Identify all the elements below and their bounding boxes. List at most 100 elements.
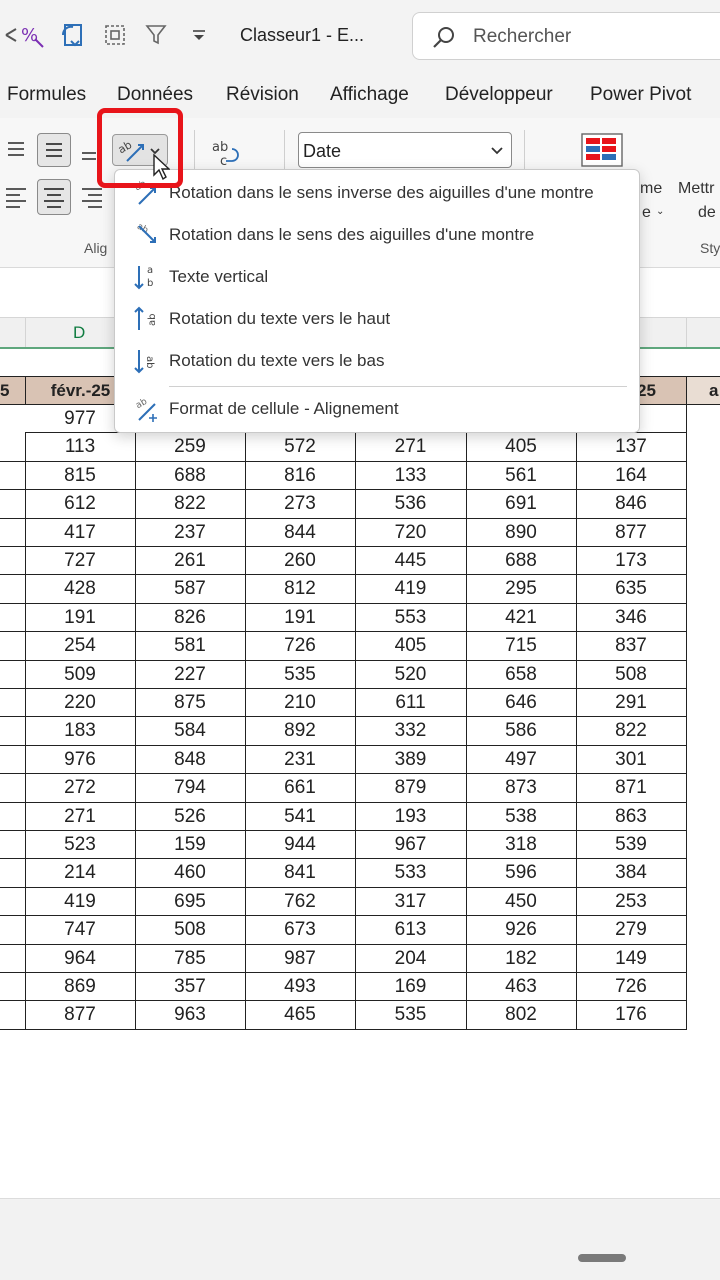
table-cell[interactable]: 533 [355, 859, 467, 888]
table-cell[interactable]: 695 [135, 887, 246, 917]
table-cell[interactable]: 220 [25, 689, 136, 718]
table-cell[interactable] [0, 1001, 26, 1030]
table-cell[interactable]: 581 [135, 632, 246, 661]
table-cell[interactable]: 890 [466, 518, 577, 547]
table-cell[interactable]: 295 [466, 575, 577, 604]
refresh-data-icon[interactable] [58, 20, 88, 50]
menu-item-rotate-clockwise[interactable]: ab Rotation dans le sens des aiguilles d… [115, 214, 641, 256]
table-cell[interactable]: 877 [25, 1001, 136, 1030]
table-cell[interactable] [0, 461, 26, 491]
table-cell[interactable]: 963 [135, 1001, 246, 1030]
table-cell[interactable]: 227 [135, 660, 246, 689]
table-cell[interactable]: 688 [466, 547, 577, 576]
table-cell[interactable]: 877 [576, 518, 687, 547]
table-cell[interactable]: 271 [355, 433, 467, 462]
table-cell[interactable]: 149 [576, 944, 687, 973]
table-cell[interactable]: 691 [466, 490, 577, 519]
cell-styles-label-part2[interactable]: de [698, 204, 716, 222]
table-cell[interactable]: 137 [576, 433, 687, 462]
table-cell[interactable]: 794 [135, 774, 246, 803]
table-cell[interactable]: 816 [245, 461, 356, 491]
table-cell[interactable] [0, 774, 26, 803]
table-cell[interactable]: 389 [355, 745, 467, 775]
tab-affichage[interactable]: Affichage [330, 84, 409, 106]
table-cell[interactable]: 279 [576, 916, 687, 945]
table-cell[interactable]: 892 [245, 717, 356, 746]
table-cell[interactable]: 463 [466, 973, 577, 1002]
table-cell[interactable]: 875 [135, 689, 246, 718]
table-cell[interactable]: 526 [135, 802, 246, 831]
table-cell[interactable]: 508 [135, 916, 246, 945]
table-cell[interactable] [0, 547, 26, 576]
table-cell[interactable]: 596 [466, 859, 577, 888]
table-cell[interactable]: 191 [25, 603, 136, 633]
table-cell[interactable] [0, 689, 26, 718]
table-cell[interactable]: 584 [135, 717, 246, 746]
table-cell[interactable]: 317 [355, 887, 467, 917]
column-header-d[interactable]: D [73, 323, 85, 343]
align-middle-icon[interactable] [37, 133, 71, 167]
table-cell[interactable]: 844 [245, 518, 356, 547]
table-cell[interactable]: 553 [355, 603, 467, 633]
table-cell[interactable]: 586 [466, 717, 577, 746]
table-cell[interactable]: 332 [355, 717, 467, 746]
table-cell[interactable]: 445 [355, 547, 467, 576]
table-cell[interactable]: 260 [245, 547, 356, 576]
chevron-down-small-icon[interactable]: ⌄ [656, 206, 664, 217]
table-cell[interactable]: 926 [466, 916, 577, 945]
select-objects-icon[interactable] [100, 20, 130, 50]
table-cell[interactable]: 271 [25, 802, 136, 831]
table-cell[interactable]: 646 [466, 689, 577, 718]
table-cell[interactable]: 976 [25, 745, 136, 775]
format-as-table-label-part2[interactable]: e [642, 204, 651, 222]
table-cell[interactable]: 822 [576, 717, 687, 746]
table-cell[interactable]: 520 [355, 660, 467, 689]
table-cell[interactable]: 987 [245, 944, 356, 973]
table-cell[interactable]: 210 [245, 689, 356, 718]
table-cell[interactable]: 873 [466, 774, 577, 803]
tab-developpeur[interactable]: Développeur [445, 84, 553, 106]
table-cell[interactable]: 508 [576, 660, 687, 689]
header-cell[interactable]: a [686, 376, 720, 405]
table-cell[interactable]: 465 [245, 1001, 356, 1030]
align-left-icon[interactable] [2, 182, 30, 212]
table-cell[interactable] [0, 831, 26, 860]
table-cell[interactable]: 346 [576, 603, 687, 633]
table-cell[interactable]: 815 [25, 461, 136, 491]
table-cell[interactable]: 497 [466, 745, 577, 775]
table-cell[interactable]: 419 [25, 887, 136, 917]
table-cell[interactable]: 428 [25, 575, 136, 604]
filter-icon[interactable] [142, 20, 172, 50]
table-cell[interactable]: 405 [355, 632, 467, 661]
menu-item-rotate-up[interactable]: ab Rotation du texte vers le haut [115, 298, 641, 340]
table-cell[interactable] [0, 518, 26, 547]
table-cell[interactable]: 204 [355, 944, 467, 973]
table-cell[interactable]: 661 [245, 774, 356, 803]
table-cell[interactable]: 612 [25, 490, 136, 519]
table-cell[interactable]: 169 [355, 973, 467, 1002]
tab-formules[interactable]: Formules [7, 84, 86, 106]
table-cell[interactable] [0, 490, 26, 519]
table-cell[interactable]: 357 [135, 973, 246, 1002]
table-cell[interactable]: 421 [466, 603, 577, 633]
table-cell[interactable]: 273 [245, 490, 356, 519]
table-cell[interactable]: 848 [135, 745, 246, 775]
table-cell[interactable]: 237 [135, 518, 246, 547]
table-cell[interactable]: 536 [355, 490, 467, 519]
table-cell[interactable]: 182 [466, 944, 577, 973]
table-cell[interactable]: 726 [245, 632, 356, 661]
table-cell[interactable]: 572 [245, 433, 356, 462]
conditional-formatting-icon[interactable] [578, 130, 626, 170]
table-cell[interactable] [0, 802, 26, 831]
wrap-text-icon[interactable]: ab c [206, 136, 242, 170]
table-cell[interactable]: 193 [355, 802, 467, 831]
table-cell[interactable]: 384 [576, 859, 687, 888]
table-cell[interactable]: 747 [25, 916, 136, 945]
table-cell[interactable]: 535 [245, 660, 356, 689]
table-cell[interactable]: 253 [576, 887, 687, 917]
table-cell[interactable] [0, 717, 26, 746]
table-cell[interactable]: 561 [466, 461, 577, 491]
table-cell[interactable]: 214 [25, 859, 136, 888]
table-cell[interactable] [0, 944, 26, 973]
number-format-select[interactable]: Date [298, 132, 512, 168]
